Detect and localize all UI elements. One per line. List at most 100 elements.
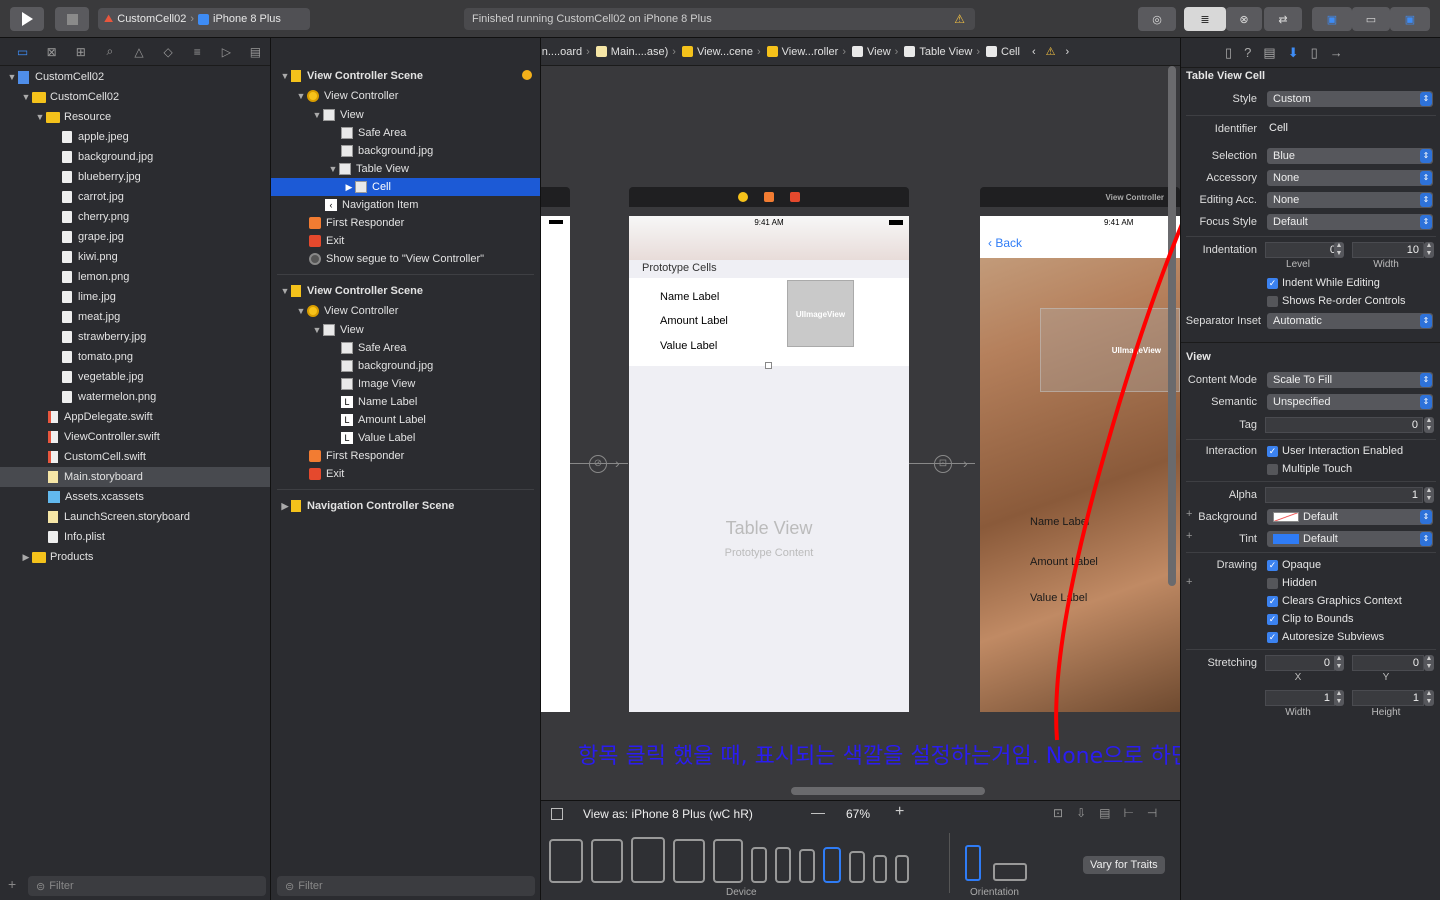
autoresize-label: Autoresize Subviews [1282,631,1385,643]
device-option-icon[interactable] [631,837,665,883]
tint-popup[interactable]: Default ⇕ [1267,531,1433,547]
identifier-row: Identifier Cell [1181,121,1440,139]
autoresize-checkbox[interactable]: ✓ [1267,632,1278,643]
alpha-stepper[interactable]: ▲ ▼ [1424,487,1434,503]
add-variation-icon[interactable]: + [1186,576,1192,588]
tag-row: Tag 0 ▲ ▼ [1181,417,1440,435]
device-option-icon[interactable] [751,847,767,883]
popup-chevron-icon: ⇕ [1420,171,1432,185]
opaque-checkbox[interactable]: ✓ [1267,560,1278,571]
indent-width-stepper[interactable]: ▲ ▼ [1424,242,1434,258]
popup-chevron-icon: ⇕ [1420,92,1432,106]
reorder-checkbox[interactable] [1267,296,1278,307]
device-option-icon[interactable] [873,855,887,883]
connections-inspector-icon[interactable]: → [1330,45,1343,60]
alpha-row: Alpha 1 ▲ ▼ [1181,487,1440,505]
editing-accessory-popup[interactable]: None ⇕ [1267,192,1433,208]
stretch-height-field[interactable]: 1 [1352,690,1424,706]
content-mode-popup[interactable]: Scale To Fill ⇕ [1267,372,1433,388]
user-interaction-label: User Interaction Enabled [1282,445,1404,457]
focus-style-popup[interactable]: Default ⇕ [1267,214,1433,230]
size-inspector-icon[interactable]: ▯ [1311,45,1318,61]
stretching-label: Stretching [1207,657,1257,669]
stretch-y-stepper[interactable]: ▲ ▼ [1424,655,1434,671]
stretch-x-stepper[interactable]: ▲ ▼ [1334,655,1344,671]
attributes-inspector-icon[interactable]: ⬇ [1288,45,1299,61]
selection-popup[interactable]: Blue ⇕ [1267,148,1433,164]
pin-icon[interactable]: ⊣ [1147,806,1157,820]
divider [1186,481,1436,482]
stack-icon[interactable]: ▤ [1099,806,1110,820]
zoom-level: 67% [846,807,871,821]
stretch-width-field[interactable]: 1 [1265,690,1335,706]
tag-label: Tag [1239,419,1257,431]
divider [949,833,950,893]
zoom-out-icon[interactable]: — [811,804,825,820]
indent-width-field[interactable]: 10 [1352,242,1424,258]
alpha-field[interactable]: 1 [1265,487,1423,503]
semantic-value: Unspecified [1273,396,1331,408]
editing-accessory-value: None [1273,194,1300,206]
semantic-row: Semantic Unspecified ⇕ [1181,394,1440,412]
device-option-icon[interactable] [713,839,743,883]
indent-editing-label: Indent While Editing [1282,277,1380,289]
outline-toggle-icon[interactable] [551,808,563,820]
identifier-field[interactable]: Cell [1267,121,1433,137]
device-picker [549,835,909,883]
style-popup[interactable]: Custom ⇕ [1267,91,1433,107]
clip-to-bounds-checkbox[interactable]: ✓ [1267,614,1278,625]
background-popup[interactable]: Default ⇕ [1267,509,1433,525]
device-option-icon[interactable] [775,847,791,883]
content-mode-row: Content Mode Scale To Fill ⇕ [1181,372,1440,390]
device-option-icon[interactable] [673,839,705,883]
device-option-icon[interactable] [799,849,815,883]
selection-row: Selection Blue ⇕ [1181,148,1440,166]
identity-inspector-icon[interactable]: ▤ [1263,45,1275,61]
editing-accessory-label: Editing Acc. [1199,194,1257,206]
width-caption: Width [1285,707,1311,718]
device-option-icon[interactable] [549,839,583,883]
stretch-width-stepper[interactable]: ▲ ▼ [1334,690,1344,706]
opaque-label: Opaque [1282,559,1322,571]
stretch-height-stepper[interactable]: ▲ ▼ [1424,690,1434,706]
editing-accessory-row: Editing Acc. None ⇕ [1181,192,1440,210]
device-option-icon[interactable] [895,855,909,883]
indent-level-field[interactable]: 0 [1265,242,1341,258]
embed-icon[interactable]: ⇩ [1076,806,1086,820]
multiple-touch-label: Multiple Touch [1282,463,1353,475]
tag-field[interactable]: 0 [1265,417,1423,433]
popup-chevron-icon: ⇕ [1420,314,1432,328]
height-caption: Height [1371,707,1401,718]
hidden-checkbox[interactable] [1267,578,1278,589]
view-as-text: View as: iPhone 8 Plus ( [583,807,713,821]
indent-editing-checkbox[interactable]: ✓ [1267,278,1278,289]
separator-inset-row: Separator Inset Automatic ⇕ [1181,313,1440,331]
tag-stepper[interactable]: ▲ ▼ [1424,417,1434,433]
update-frames-icon[interactable]: ⊡ [1053,806,1063,820]
stretch-x-field[interactable]: 0 [1265,655,1335,671]
device-option-icon[interactable] [849,851,865,883]
width-caption: Width [1373,259,1399,270]
file-inspector-icon[interactable]: ▯ [1225,45,1232,61]
align-icon[interactable]: ⊢ [1123,806,1133,820]
orientation-label: Orientation [970,887,1019,898]
semantic-popup[interactable]: Unspecified ⇕ [1267,394,1433,410]
clears-context-checkbox[interactable]: ✓ [1267,596,1278,607]
background-label: Background [1198,511,1257,523]
style-value: Custom [1273,93,1311,105]
landscape-orientation-icon[interactable] [993,863,1027,881]
stretch-y-field[interactable]: 0 [1352,655,1424,671]
vary-for-traits-button[interactable]: Vary for Traits [1083,856,1165,874]
traits-text: wC hR) [712,807,753,821]
multiple-touch-checkbox[interactable] [1267,464,1278,475]
device-label: Device [726,887,757,898]
accessory-popup[interactable]: None ⇕ [1267,170,1433,186]
device-option-icon[interactable] [591,839,623,883]
separator-inset-popup[interactable]: Automatic ⇕ [1267,313,1433,329]
user-interaction-checkbox[interactable]: ✓ [1267,446,1278,457]
device-option-icon[interactable] [823,847,841,883]
indent-level-stepper[interactable]: ▲ ▼ [1334,242,1344,258]
zoom-in-icon[interactable]: + [895,803,904,821]
help-inspector-icon[interactable]: ? [1244,45,1251,60]
portrait-orientation-icon[interactable] [965,845,981,881]
